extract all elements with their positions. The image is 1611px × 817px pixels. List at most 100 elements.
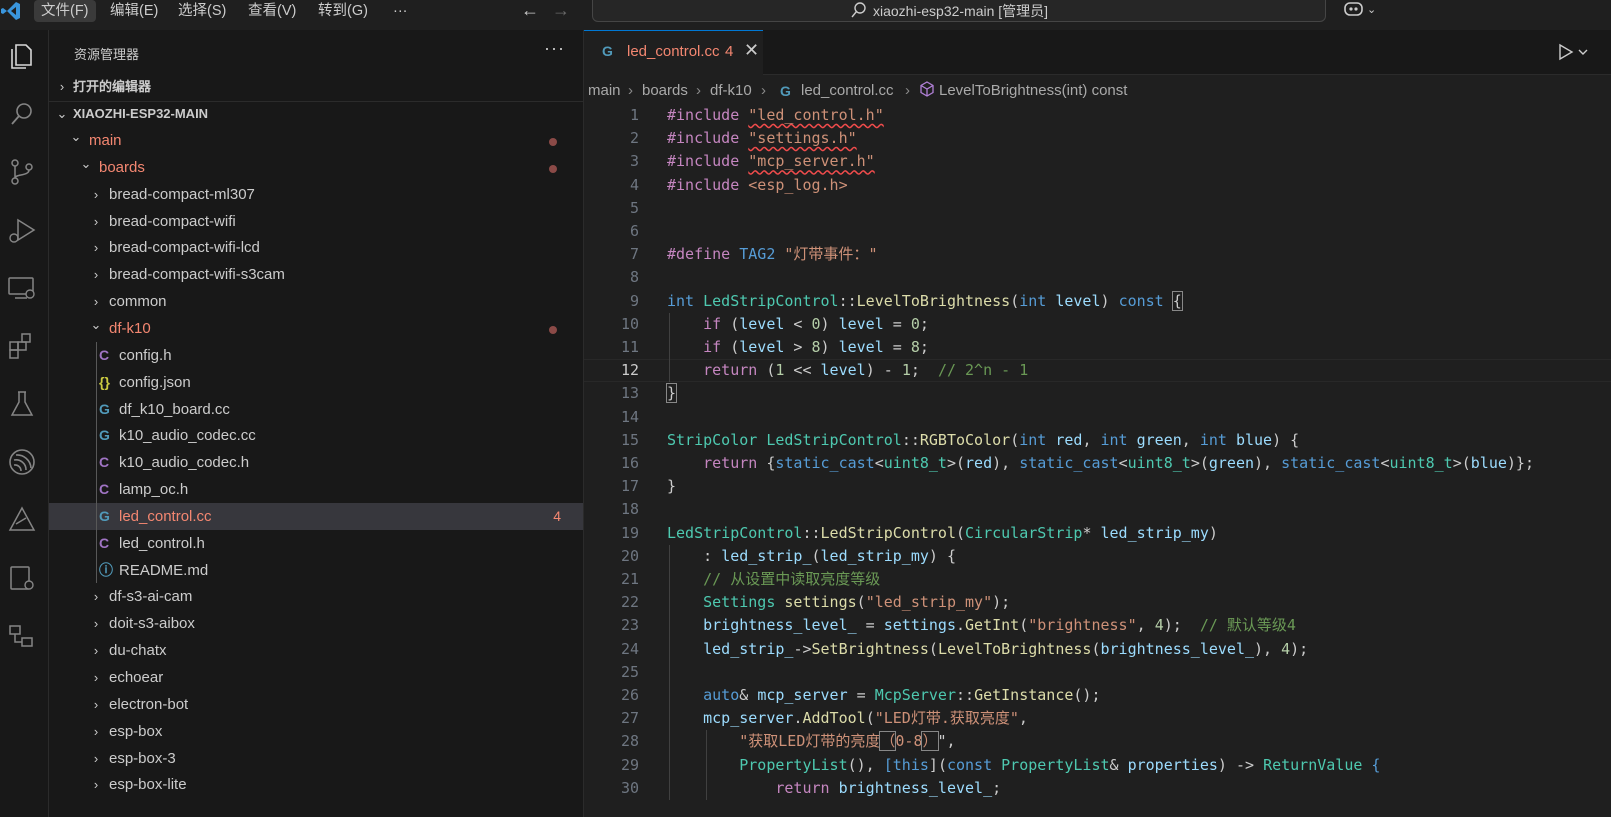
folder-item[interactable]: › bread-compact-wifi-s3cam (49, 261, 583, 288)
breadcrumb-separator-icon: › (761, 82, 766, 99)
folder-item[interactable]: ⌄ boards (49, 154, 583, 181)
folder-item[interactable]: › bread-compact-wifi-lcd (49, 234, 583, 261)
menu-view[interactable]: 查看(V) (241, 0, 303, 22)
run-debug-icon[interactable] (4, 212, 40, 248)
folder-item[interactable]: › du-chatx (49, 637, 583, 664)
folder-item[interactable]: › common (49, 288, 583, 315)
tab-label: led_control.cc (627, 43, 720, 60)
tab-led-control-cc[interactable]: G led_control.cc 4 ✕ (584, 30, 763, 75)
title-bar: 文件(F) 编辑(E) 选择(S) 查看(V) 转到(G) ··· ← → xi… (0, 0, 1611, 22)
tree-item-label: du-chatx (109, 642, 167, 660)
explorer-more-icon[interactable]: ··· (544, 38, 565, 59)
testing-icon[interactable] (4, 386, 40, 422)
file-item[interactable]: Cconfig.h (49, 342, 583, 369)
remote-explorer-icon[interactable] (4, 270, 40, 306)
chevron-down-icon: ⌄ (70, 129, 82, 144)
method-icon (919, 76, 935, 106)
breadcrumb-boards[interactable]: boards (642, 76, 688, 106)
cpp-file-icon: G (780, 83, 791, 99)
code-line: 11 if (level > 8) level = 8; (584, 336, 1611, 359)
menu-edit[interactable]: 编辑(E) (103, 0, 165, 22)
indent-guide (96, 341, 97, 584)
forward-arrow-icon[interactable]: → (552, 0, 570, 22)
extensions-icon[interactable] (4, 328, 40, 364)
chevron-right-icon: › (93, 750, 99, 766)
menu-file[interactable]: 文件(F) (34, 0, 96, 22)
folder-item[interactable]: › electron-bot (49, 691, 583, 718)
menu-more-icon[interactable]: ··· (386, 0, 415, 22)
code-text: Settings settings("led_strip_my"); (703, 593, 1011, 612)
chevron-right-icon: › (93, 723, 99, 739)
tree-item-label: k10_audio_codec.cc (119, 427, 256, 445)
close-icon[interactable]: ✕ (744, 40, 759, 61)
file-item[interactable]: Cled_control.h (49, 530, 583, 557)
info-icon: ⓘ (99, 561, 113, 578)
line-number: 10 (620, 314, 639, 333)
folder-item[interactable]: › bread-compact-ml307 (49, 181, 583, 208)
esp-idf-icon[interactable] (4, 444, 40, 480)
folder-item[interactable]: ⌄ main (49, 127, 583, 154)
breadcrumb-df-k10[interactable]: df-k10 (710, 76, 752, 106)
code-line: 12 return (1 << level) - 1; // 2^n - 1 (584, 359, 1611, 383)
file-item[interactable]: {} config.json (49, 369, 583, 396)
explorer-icon[interactable] (4, 38, 40, 74)
workspace-section[interactable]: ⌄ XIAOZHI-ESP32-MAIN (49, 103, 583, 125)
tree-item-label: led_control.h (119, 534, 205, 552)
tree-item-label: common (109, 293, 167, 311)
folder-item[interactable]: › esp-box-3 (49, 745, 583, 772)
folder-item[interactable]: ⌄ df-k10 (49, 315, 583, 342)
open-editors-section[interactable]: › 打开的编辑器 (49, 76, 583, 98)
breadcrumb-file[interactable]: led_control.cc (801, 76, 894, 106)
breadcrumb-separator-icon: › (905, 82, 910, 99)
chevron-right-icon: › (93, 186, 99, 202)
code-line: 7 #define TAG2 "灯带事件：" (584, 243, 1611, 266)
breadcrumb-main[interactable]: main (588, 76, 621, 106)
code-text: led_strip_->SetBrightness(LevelToBrightn… (703, 639, 1309, 658)
editor-tabs: G led_control.cc 4 ✕ (584, 30, 1611, 75)
code-text: #include "mcp_server.h" (667, 152, 875, 171)
folder-item[interactable]: › df-s3-ai-cam (49, 583, 583, 610)
line-number: 9 (629, 291, 639, 310)
code-editor[interactable]: 1 #include "led_control.h" 2 #include "sett… (584, 104, 1611, 817)
folder-item[interactable]: › echoear (49, 664, 583, 691)
code-line: 15 StripColor LedStripControl::RGBToColor… (584, 429, 1611, 452)
tree-item-label: esp-box-3 (109, 749, 176, 767)
breadcrumb-symbol[interactable]: LevelToBrightness(int) const (939, 76, 1127, 106)
tree-item-label: df-k10 (109, 319, 151, 337)
code-line: 20 : led_strip_(led_strip_my) { (584, 545, 1611, 568)
line-number: 1 (629, 106, 639, 124)
folder-item[interactable]: › esp-box (49, 718, 583, 745)
device-manager-icon[interactable] (4, 560, 40, 596)
line-number: 2 (629, 129, 639, 148)
folder-item[interactable]: › doit-s3-aibox (49, 610, 583, 637)
command-center-search[interactable]: xiaozhi-esp32-main [管理员] (592, 0, 1326, 22)
cpp-file-icon: G (99, 507, 110, 524)
folder-item[interactable]: › bread-compact-wifi (49, 208, 583, 235)
file-item[interactable]: Gdf_k10_board.cc (49, 396, 583, 423)
line-number: 26 (620, 686, 639, 704)
code-line: 18 (584, 498, 1611, 521)
code-text: PropertyList(), [this](const PropertyLis… (739, 755, 1381, 774)
file-item[interactable]: Ck10_audio_codec.h (49, 449, 583, 476)
folder-item[interactable]: › esp-box-lite (49, 771, 583, 798)
file-item[interactable]: Gk10_audio_codec.cc (49, 422, 583, 449)
file-item[interactable]: Clamp_oc.h (49, 476, 583, 503)
tree-item-label: boards (99, 158, 145, 176)
source-control-icon[interactable] (4, 154, 40, 190)
copilot-icon[interactable]: ⌄ (1343, 0, 1376, 22)
menu-selection[interactable]: 选择(S) (171, 0, 233, 22)
line-number: 25 (620, 662, 639, 681)
run-debug-dropdown-icon[interactable] (1555, 42, 1589, 67)
line-number: 19 (620, 523, 639, 542)
back-arrow-icon[interactable]: ← (521, 0, 539, 22)
workspace-label: XIAOZHI-ESP32-MAIN (73, 106, 209, 121)
file-item[interactable]: ⓘ README.md (49, 557, 583, 584)
code-text: return brightness_level_; (775, 778, 1002, 797)
platformio-icon[interactable] (4, 502, 40, 538)
search-icon[interactable] (4, 96, 40, 132)
flowchart-icon[interactable] (4, 618, 40, 654)
tree-item-label: k10_audio_codec.h (119, 454, 250, 472)
line-number: 14 (620, 407, 639, 426)
menu-go[interactable]: 转到(G) (311, 0, 375, 22)
file-item[interactable]: Gled_control.cc 4 (49, 502, 583, 530)
